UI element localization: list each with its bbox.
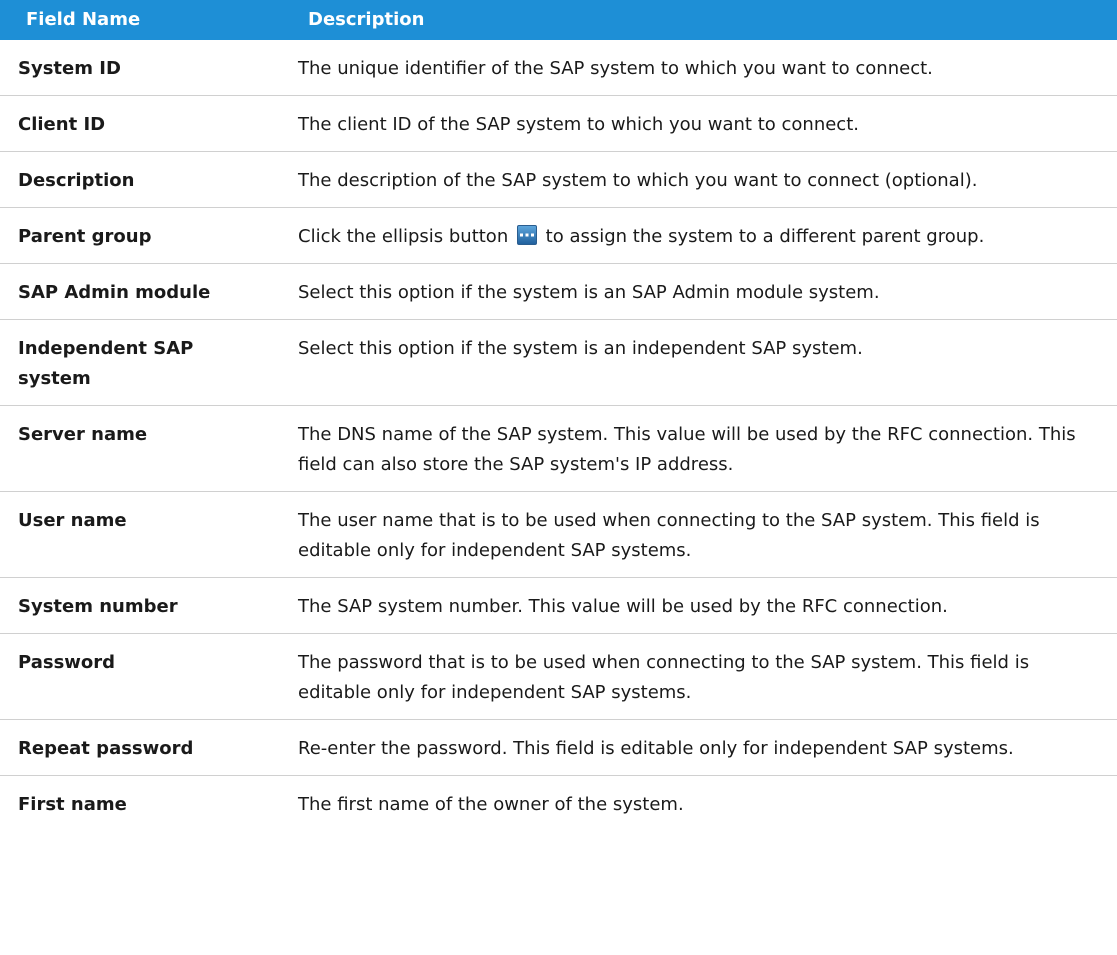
table-row: Independent SAP system Select this optio…	[0, 319, 1117, 406]
field-description-cell: Select this option if the system is an S…	[284, 263, 1117, 320]
field-name-cell: Independent SAP system	[0, 319, 284, 406]
table-row: System ID The unique identifier of the S…	[0, 40, 1117, 96]
table-row: Description The description of the SAP s…	[0, 151, 1117, 208]
field-name-cell: SAP Admin module	[0, 263, 284, 320]
field-description-cell: The description of the SAP system to whi…	[284, 151, 1117, 208]
field-name-cell: User name	[0, 491, 284, 578]
ellipsis-button-icon	[516, 225, 537, 245]
field-description-cell: The DNS name of the SAP system. This val…	[284, 405, 1117, 492]
table-row: User name The user name that is to be us…	[0, 491, 1117, 578]
field-description-cell: The client ID of the SAP system to which…	[284, 95, 1117, 152]
table-body: System ID The unique identifier of the S…	[0, 40, 1117, 831]
field-name-cell: Repeat password	[0, 719, 284, 776]
field-description-cell: The user name that is to be used when co…	[284, 491, 1117, 578]
field-description-table: Field Name Description System ID The uni…	[0, 0, 1117, 831]
table-row: Password The password that is to be used…	[0, 633, 1117, 720]
field-description-cell: The password that is to be used when con…	[284, 633, 1117, 720]
table-row: Client ID The client ID of the SAP syste…	[0, 95, 1117, 152]
table-row: System number The SAP system number. Thi…	[0, 577, 1117, 634]
field-name-cell: Password	[0, 633, 284, 720]
column-header-field-name: Field Name	[0, 0, 284, 40]
table-row: Repeat password Re-enter the password. T…	[0, 719, 1117, 776]
field-name-cell: Server name	[0, 405, 284, 492]
table-row: Parent group Click the ellipsis button t…	[0, 207, 1117, 264]
field-name-cell: System number	[0, 577, 284, 634]
field-description-cell: The SAP system number. This value will b…	[284, 577, 1117, 634]
description-text-after-icon: to assign the system to a different pare…	[539, 226, 985, 247]
field-name-cell: Description	[0, 151, 284, 208]
field-description-cell: Re-enter the password. This field is edi…	[284, 719, 1117, 776]
column-header-description: Description	[284, 0, 1117, 40]
table-row: Server name The DNS name of the SAP syst…	[0, 405, 1117, 492]
field-name-cell: Parent group	[0, 207, 284, 264]
field-name-cell: System ID	[0, 40, 284, 96]
table-header-row: Field Name Description	[0, 0, 1117, 40]
field-name-cell: Client ID	[0, 95, 284, 152]
field-name-cell: First name	[18, 794, 127, 815]
description-text-before-icon: Click the ellipsis button	[298, 226, 514, 247]
field-description-cell: Click the ellipsis button to assign the …	[284, 207, 1117, 264]
table-row: First name The first name of the owner o…	[0, 776, 1117, 832]
field-description-cell: Select this option if the system is an i…	[284, 319, 1117, 406]
table-header: Field Name Description	[0, 0, 1117, 40]
table-row: SAP Admin module Select this option if t…	[0, 263, 1117, 320]
field-description-cell: The first name of the owner of the syste…	[298, 794, 684, 815]
field-description-cell: The unique identifier of the SAP system …	[284, 40, 1117, 96]
